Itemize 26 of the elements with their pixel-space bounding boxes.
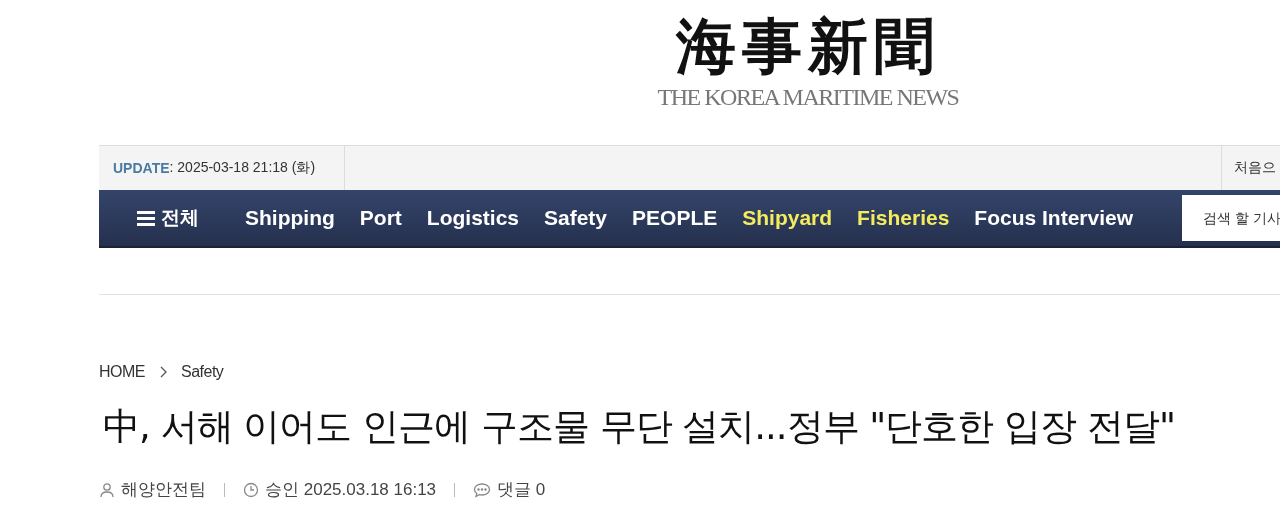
nav-link[interactable]: Port [359, 206, 402, 230]
article-headline: 中, 서해 이어도 인근에 구조물 무단 설치...정부 "단호한 입장 전달" [103, 404, 1176, 450]
breadcrumb-link[interactable]: HOME [99, 363, 145, 381]
nav-link[interactable]: Focus Interview [974, 206, 1134, 230]
person-icon [99, 481, 115, 498]
meta-text: 승인 2025.03.18 16:13 [265, 479, 437, 501]
all-menu-button[interactable]: 전체 [137, 205, 199, 231]
nav-link[interactable]: Logistics [426, 206, 519, 230]
clock-icon [243, 481, 259, 498]
logo-title[interactable]: 海事新聞 [676, 8, 940, 84]
menu-icon [137, 210, 155, 226]
chevron-icon [159, 366, 167, 378]
search-field[interactable]: 검색 할 기사 [1182, 195, 1280, 241]
meta-text: 댓글 0 [497, 479, 546, 501]
update-time: : 2025-03-18 21:18 (화) [169, 159, 316, 177]
home-link[interactable]: 처음으 [1234, 159, 1276, 177]
nav-link[interactable]: PEOPLE [632, 206, 718, 230]
logo-subtitle: THE KOREA MARITIME NEWS [657, 84, 959, 110]
speech-bubble-icon [473, 481, 492, 498]
breadcrumb-link[interactable]: Safety [181, 363, 224, 381]
nav-link[interactable]: Shipyard [742, 206, 833, 230]
nav-link[interactable]: Shipping [245, 206, 335, 230]
nav-link[interactable]: Safety [544, 206, 608, 230]
update-label: UPDATE [113, 160, 170, 176]
nav-link[interactable]: Fisheries [857, 206, 950, 230]
meta-text: 해양안전팀 [121, 479, 206, 501]
